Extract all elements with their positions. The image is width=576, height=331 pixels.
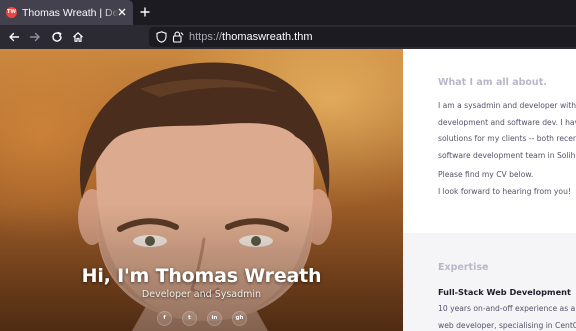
shield-icon[interactable] (156, 31, 167, 43)
site-favicon-icon: TW (6, 7, 17, 18)
tab-bar: TW Thomas Wreath | Developer (0, 0, 576, 25)
home-icon[interactable] (72, 31, 84, 43)
skill-title: Full-Stack Web Development (438, 287, 571, 297)
hero-section: Hi, I'm Thomas Wreath Developer and Sysa… (0, 49, 403, 331)
about-line: Please find my CV below. (438, 170, 534, 179)
close-icon[interactable] (116, 6, 128, 18)
arrow-right-icon[interactable] (29, 31, 41, 43)
about-line: development and software dev. I have a t (438, 117, 576, 127)
hero-subtitle: Developer and Sysadmin (141, 289, 262, 300)
about-line: I am a sysadmin and developer with a pas (438, 101, 576, 110)
skill-line: web developer, specialising in CentOS LA (438, 320, 576, 330)
facebook-icon[interactable]: f (157, 311, 172, 326)
about-line: software development team in Solihull, U (438, 150, 576, 160)
page-viewport: Hi, I'm Thomas Wreath Developer and Sysa… (0, 49, 576, 331)
about-heading: What I am all about. (438, 77, 547, 88)
skill-description: 10 years on-and-off experience as a full… (438, 301, 576, 331)
about-section: What I am all about. I am a sysadmin and… (403, 49, 576, 233)
linkedin-icon[interactable]: in (207, 311, 222, 326)
skill-line: 10 years on-and-off experience as a full… (438, 304, 576, 313)
lock-icon[interactable] (172, 31, 184, 43)
social-links: f t in gh (157, 311, 247, 327)
about-closing: Please find my CV below. I look forward … (438, 167, 571, 200)
github-icon[interactable]: gh (232, 311, 247, 326)
reload-icon[interactable] (51, 31, 63, 43)
plus-icon[interactable] (139, 6, 151, 18)
url-host: thomaswreath.thm (222, 31, 313, 43)
navigation-toolbar: https://thomaswreath.thm (0, 25, 576, 49)
content-column: What I am all about. I am a sysadmin and… (403, 49, 576, 331)
hero-title: Hi, I'm Thomas Wreath (81, 265, 322, 287)
about-paragraph: I am a sysadmin and developer with a pas… (438, 98, 576, 164)
about-line: solutions for my clients -- both recentl… (438, 134, 576, 143)
twitter-icon[interactable]: t (182, 311, 197, 326)
tab-title: Thomas Wreath | Developer (22, 6, 120, 19)
url-scheme: https:// (189, 31, 223, 43)
browser-tab[interactable]: TW Thomas Wreath | Developer (0, 0, 133, 25)
address-bar[interactable]: https://thomaswreath.thm (149, 27, 576, 47)
expertise-heading: Expertise (438, 262, 489, 273)
expertise-section: Expertise Full-Stack Web Development 10 … (403, 233, 576, 331)
arrow-left-icon[interactable] (8, 31, 20, 43)
url-text[interactable]: https://thomaswreath.thm (189, 30, 313, 44)
about-line: I look forward to hearing from you! (438, 186, 571, 196)
